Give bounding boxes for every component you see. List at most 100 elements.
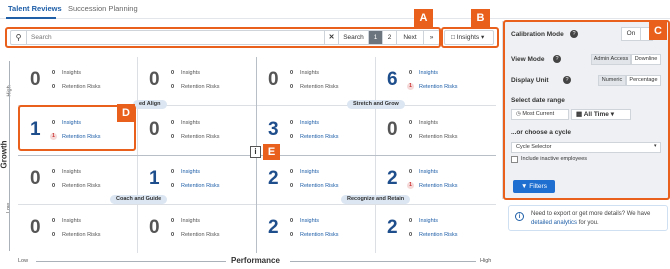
retention-risk-count: 0 [52, 84, 56, 90]
retention-risk-count: 1 [407, 83, 414, 90]
employee-count[interactable]: 0 [268, 69, 279, 91]
retention-risk-count: 0 [171, 232, 175, 238]
grid-cell[interactable]: 0 0 Insights 0 Retention Risks [137, 107, 256, 156]
retention-risks-link: Retention Risks [419, 134, 458, 140]
retention-risk-count: 0 [290, 84, 294, 90]
retention-risks-link[interactable]: Retention Risks [419, 232, 458, 238]
insights-link[interactable]: Insights [300, 120, 319, 126]
detailed-analytics-link[interactable]: detailed analytics [531, 220, 577, 226]
info-circle-icon: i [515, 212, 524, 221]
employee-count[interactable]: 0 [30, 69, 41, 91]
retention-risk-count: 0 [290, 134, 294, 140]
employee-count[interactable]: 2 [268, 168, 279, 190]
grid-cell[interactable]: 0 0 Insights 0 Retention Risks [18, 156, 137, 205]
callout-d-tag: D [117, 104, 135, 122]
insights-link: Insights [62, 70, 81, 76]
employee-count[interactable]: 0 [387, 119, 398, 141]
retention-risk-count: 1 [407, 182, 414, 189]
performance-high-label: High [480, 258, 492, 264]
grid-cell[interactable]: 0 0 Insights 0 Retention Risks [375, 107, 494, 156]
employee-count[interactable]: 1 [149, 168, 160, 190]
info-suffix: for you. [578, 220, 599, 226]
insights-count: 0 [171, 169, 175, 175]
retention-risks-link: Retention Risks [181, 84, 220, 90]
grid-cell[interactable]: 0 0 Insights 0 Retention Risks [18, 57, 137, 106]
insights-link[interactable]: Insights [419, 218, 438, 224]
insights-count: 0 [52, 169, 56, 175]
retention-risk-count: 0 [290, 232, 294, 238]
grid-cell[interactable]: 0 0 Insights 0 Retention Risks [18, 205, 137, 254]
retention-risks-link[interactable]: Retention Risks [181, 183, 220, 189]
export-info-text: Need to export or get more details? We h… [531, 210, 666, 228]
retention-risks-link: Retention Risks [62, 232, 101, 238]
growth-axis-label: Growth [0, 140, 9, 169]
grid-cell[interactable]: 0 0 Insights 0 Retention Risks [256, 57, 375, 106]
retention-risks-link: Retention Risks [181, 232, 220, 238]
insights-count: 0 [409, 120, 413, 126]
retention-risks-link[interactable]: Retention Risks [300, 134, 339, 140]
grid-cell[interactable]: 2 0 Insights 0 Retention Risks [256, 156, 375, 205]
retention-risks-link[interactable]: Retention Risks [300, 183, 339, 189]
insights-link: Insights [62, 169, 81, 175]
insights-count: 0 [171, 218, 175, 224]
employee-count[interactable]: 6 [387, 69, 398, 91]
growth-axis-line [9, 61, 10, 251]
employee-count[interactable]: 2 [387, 217, 398, 239]
insights-count: 0 [290, 70, 294, 76]
insights-link[interactable]: Insights [419, 169, 438, 175]
retention-risk-count: 0 [409, 232, 413, 238]
grid-cell[interactable]: 1 0 Insights 0 Retention Risks [137, 156, 256, 205]
callout-c-tag: C [649, 22, 667, 40]
insights-link: Insights [181, 120, 200, 126]
tab-bar: Talent Reviews Succession Planning [0, 0, 670, 19]
callout-e-tag: E [263, 144, 280, 160]
retention-risks-link[interactable]: Retention Risks [419, 84, 458, 90]
insights-count: 0 [171, 120, 175, 126]
insights-link: Insights [181, 70, 200, 76]
retention-risk-count: 0 [171, 183, 175, 189]
insights-link[interactable]: Insights [300, 218, 319, 224]
employee-count[interactable]: 3 [268, 119, 279, 141]
retention-risk-count: 0 [52, 232, 56, 238]
tab-talent-reviews[interactable]: Talent Reviews [8, 4, 62, 13]
insights-link: Insights [181, 218, 200, 224]
callout-b-box [441, 27, 499, 48]
grid-cell[interactable]: 0 0 Insights 0 Retention Risks [137, 205, 256, 254]
performance-axis-line-right [290, 261, 476, 262]
grid-cell[interactable]: 2 0 Insights 0 Retention Risks [375, 205, 494, 254]
callout-a-box [5, 27, 441, 48]
insights-link[interactable]: Insights [181, 169, 200, 175]
retention-risk-count: 0 [171, 84, 175, 90]
grid-cell[interactable]: 2 0 Insights 0 Retention Risks [256, 205, 375, 254]
retention-risk-count: 0 [290, 183, 294, 189]
insights-link[interactable]: Insights [419, 70, 438, 76]
retention-risks-link[interactable]: Retention Risks [419, 183, 458, 189]
grid-cell[interactable]: 0 0 Insights 0 Retention Risks [137, 57, 256, 106]
employee-count[interactable]: 2 [268, 217, 279, 239]
insights-link: Insights [62, 218, 81, 224]
grid-cell[interactable]: 6 0 Insights 1 Retention Risks [375, 57, 494, 106]
employee-count[interactable]: 0 [30, 217, 41, 239]
insights-link[interactable]: Insights [300, 169, 319, 175]
tab-succession-planning[interactable]: Succession Planning [68, 4, 138, 13]
insights-count: 0 [52, 70, 56, 76]
employee-count[interactable]: 0 [149, 69, 160, 91]
insights-count: 0 [171, 70, 175, 76]
insights-count: 0 [409, 169, 413, 175]
retention-risks-link[interactable]: Retention Risks [300, 232, 339, 238]
info-text: Need to export or get more details? We h… [531, 211, 651, 217]
employee-count[interactable]: 0 [30, 168, 41, 190]
employee-count[interactable]: 2 [387, 168, 398, 190]
employee-count[interactable]: 0 [149, 217, 160, 239]
insights-count: 0 [409, 218, 413, 224]
insights-link: Insights [419, 120, 438, 126]
retention-risks-link: Retention Risks [62, 84, 101, 90]
retention-risk-count: 0 [52, 183, 56, 189]
grid-cell[interactable]: 2 0 Insights 1 Retention Risks [375, 156, 494, 205]
employee-count[interactable]: 0 [149, 119, 160, 141]
performance-axis-line-left [36, 261, 226, 262]
insights-count: 0 [409, 70, 413, 76]
retention-risks-link: Retention Risks [62, 183, 101, 189]
info-icon[interactable]: i [250, 146, 261, 158]
performance-axis-label: Performance [231, 256, 280, 265]
